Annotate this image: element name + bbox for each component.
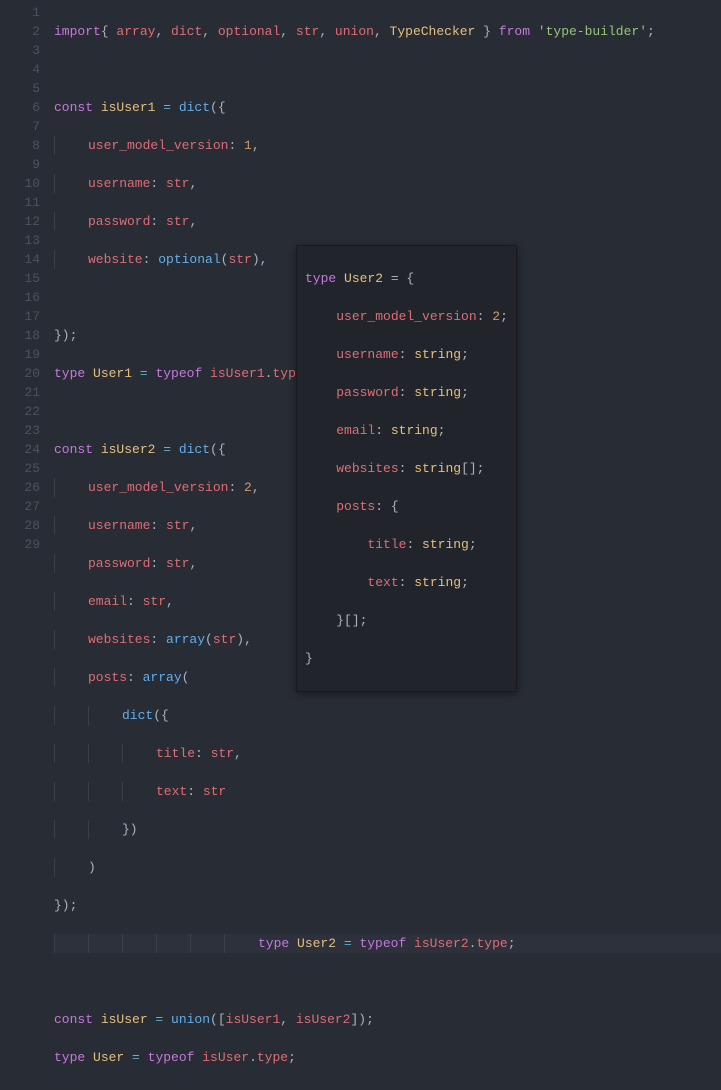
code-line[interactable]: type User = typeof isUser.type; [54, 1048, 721, 1067]
code-line[interactable]: }); [54, 896, 721, 915]
code-line[interactable]: dict({ [54, 706, 721, 725]
code-line[interactable]: user_model_version: 1, [54, 136, 721, 155]
code-line[interactable]: const isUser1 = dict({ [54, 98, 721, 117]
code-line[interactable]: type User2 = typeof isUser2.type; [54, 934, 721, 953]
line-number-gutter: 1234567891011121314151617181920212223242… [0, 0, 48, 545]
code-line[interactable]: import{ array, dict, optional, str, unio… [54, 22, 721, 41]
code-line[interactable]: }) [54, 820, 721, 839]
code-line[interactable]: const isUser = union([isUser1, isUser2])… [54, 1010, 721, 1029]
code-line[interactable]: text: str [54, 782, 721, 801]
type-hover-tooltip: type User2 = { user_model_version: 2; us… [296, 245, 517, 692]
code-line[interactable]: ) [54, 858, 721, 877]
code-line[interactable]: username: str, [54, 174, 721, 193]
code-line[interactable]: title: str, [54, 744, 721, 763]
code-line[interactable]: password: str, [54, 212, 721, 231]
code-line[interactable] [54, 60, 721, 79]
code-line[interactable] [54, 972, 721, 991]
